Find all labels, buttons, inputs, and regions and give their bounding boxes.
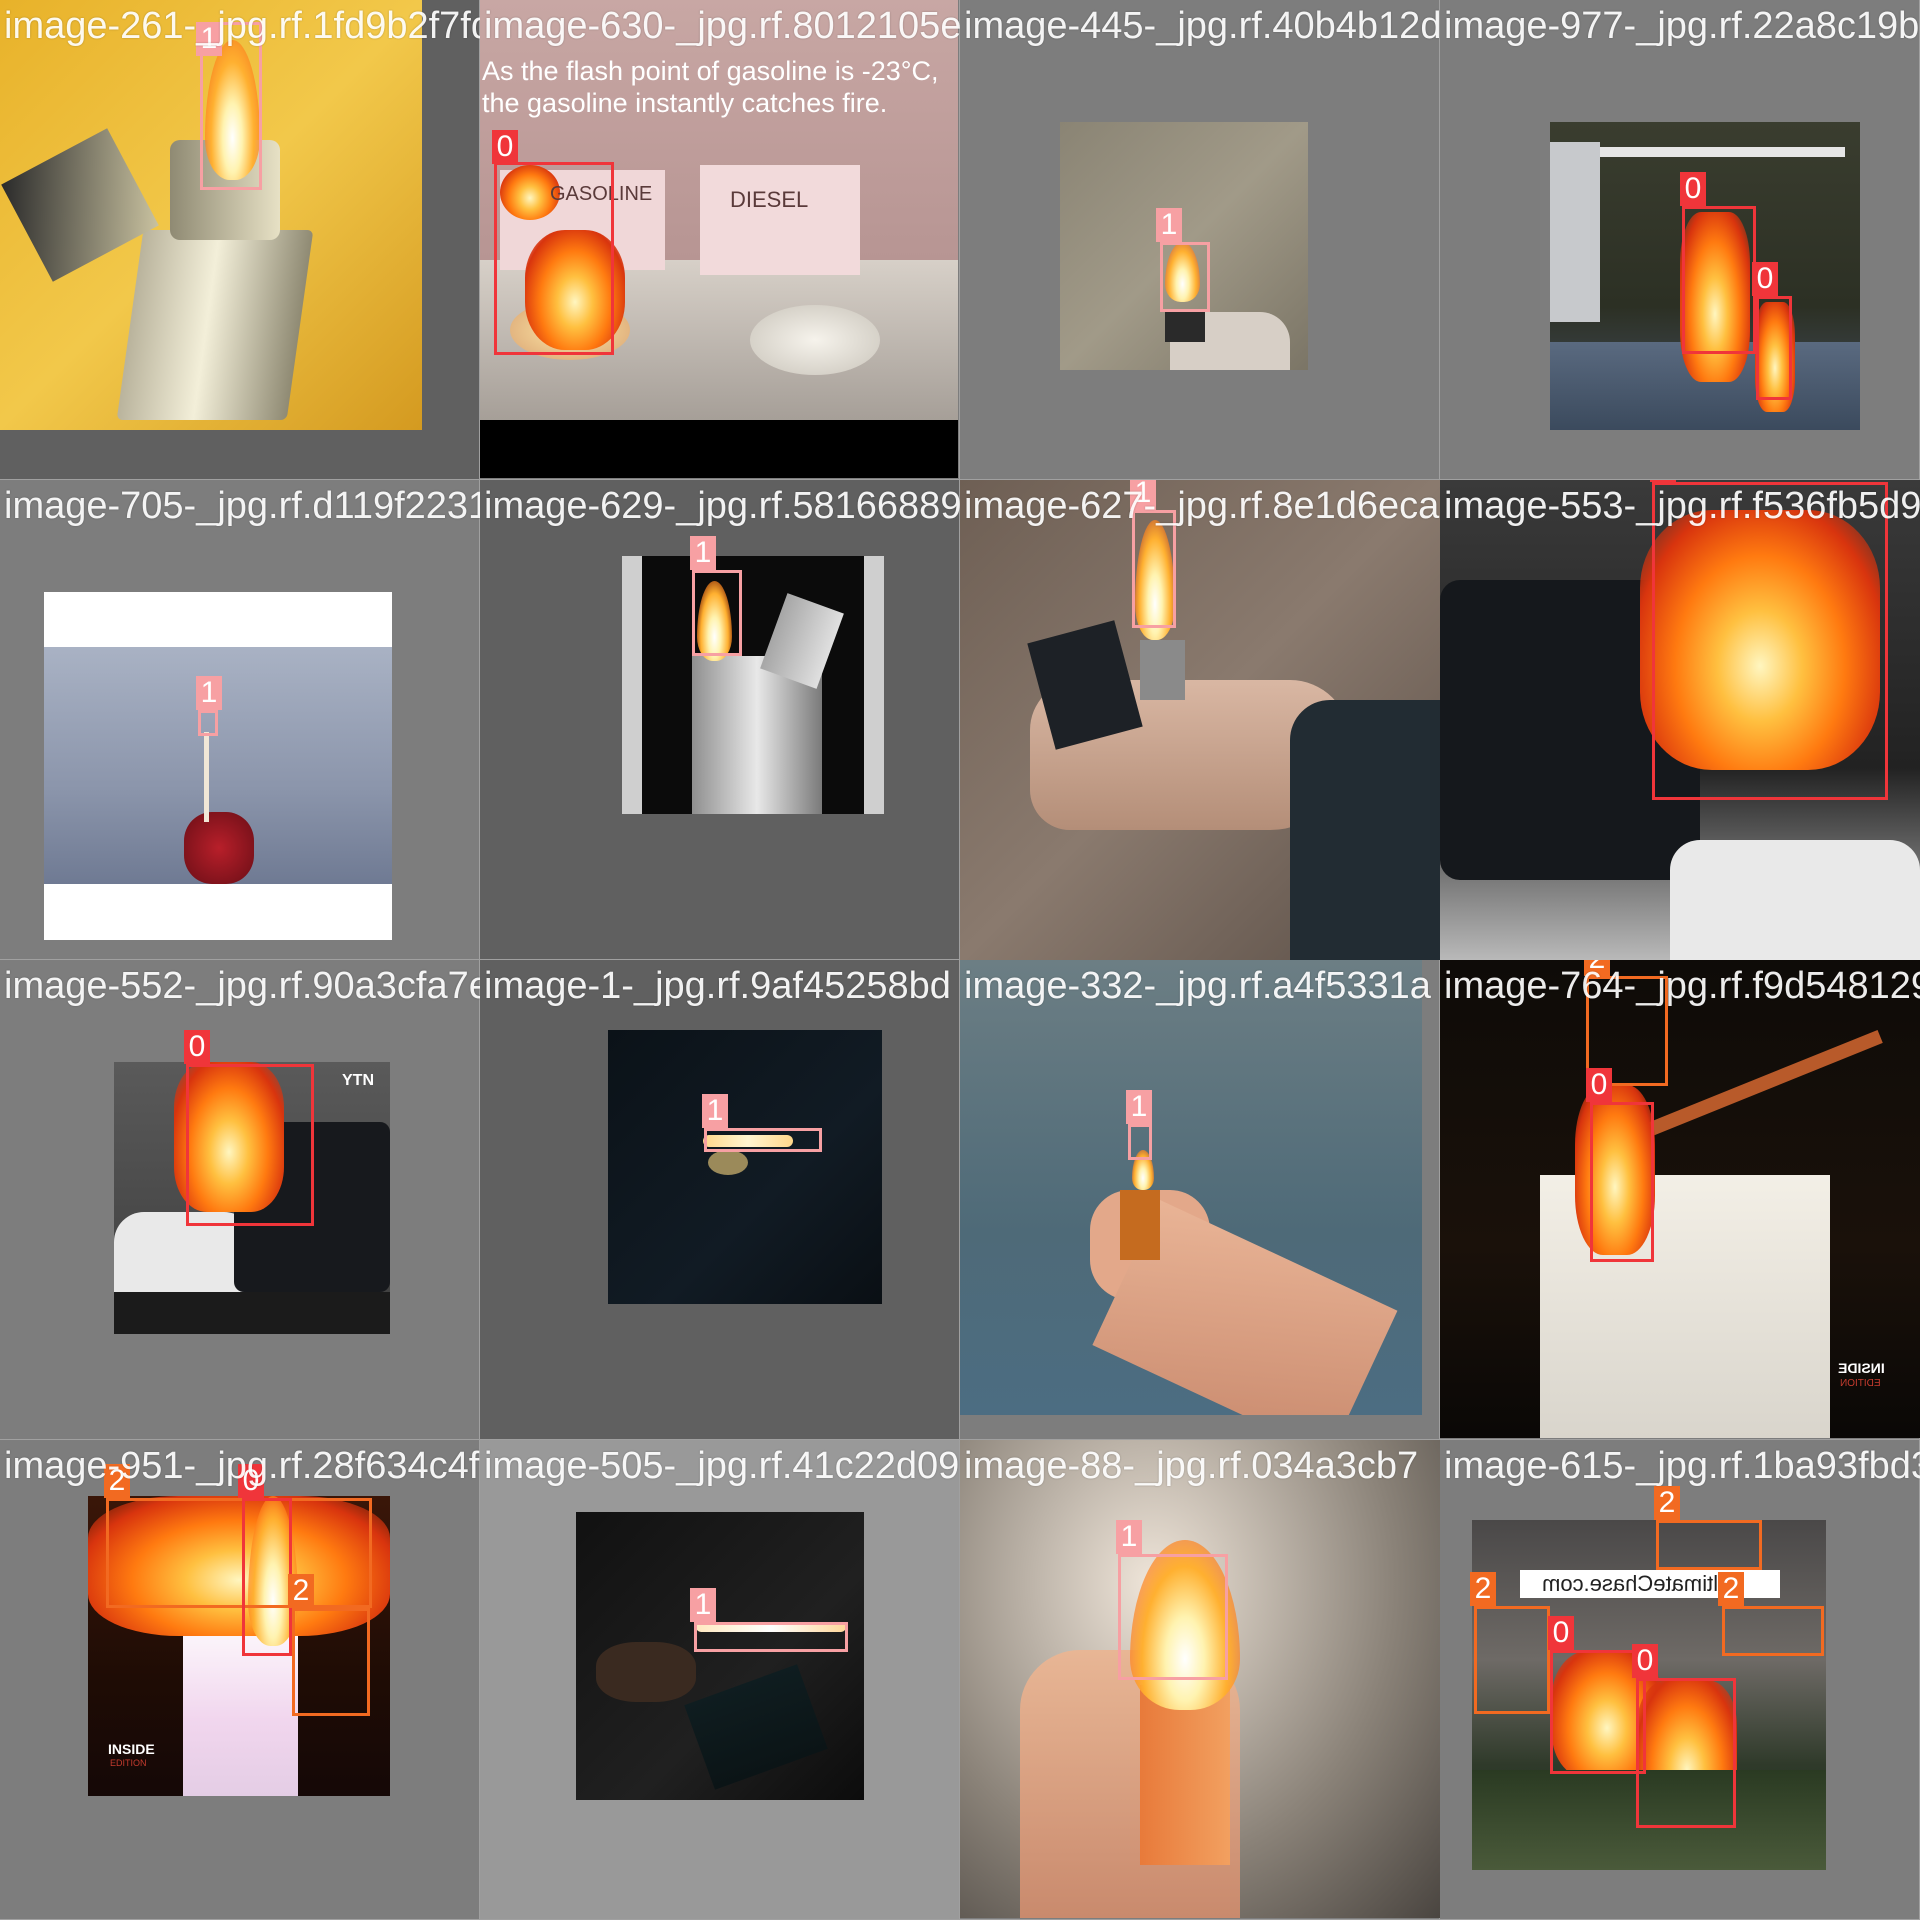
tile-filename: image-1-_jpg.rf.9af45258bd (484, 965, 951, 1007)
tile-9: 1 image-1-_jpg.rf.9af45258bd (480, 960, 960, 1440)
bbox-label: 0 (184, 1030, 210, 1064)
bbox-label: 2 (1654, 1486, 1680, 1520)
tile-11: INSIDE EDITION 2 0 image-764-_jpg.rf.f9d… (1440, 960, 1920, 1440)
tile-1: As the flash point of gasoline is -23°C,… (480, 0, 960, 480)
tile-filename: image-553-_jpg.rf.f536fb5d9 (1444, 485, 1920, 527)
stove-fire-photo: INSIDE EDITION (1440, 960, 1920, 1438)
tile-filename: image-445-_jpg.rf.40b4b12d68ace94750b10 (964, 5, 1440, 47)
tile-filename: image-764-_jpg.rf.f9d548129 (1444, 965, 1920, 1007)
bbox-match-flame (198, 710, 218, 736)
bbox-label: 1 (196, 676, 222, 710)
lighter-neon-photo (576, 1512, 864, 1800)
bbox-label: 1 (1126, 1090, 1152, 1124)
watermark-edition: EDITION (1840, 1378, 1881, 1389)
watermark-edition: EDITION (110, 1758, 147, 1768)
tile-7: 0 image-553-_jpg.rf.f536fb5d9 (1440, 480, 1920, 960)
bbox-smoke (1474, 1606, 1550, 1714)
tile-filename: image-88-_jpg.rf.034a3cb7 (964, 1445, 1419, 1487)
bbox-label: 0 (1650, 480, 1676, 482)
tile-filename: image-615-_jpg.rf.1ba93fbd3 (1444, 1445, 1920, 1487)
tile-12: INSIDE EDITION 2 0 2 image-951-_jpg.rf.2… (0, 1440, 480, 1920)
tile-filename: image-261-_jpg.rf.1fd9b2f7fd7ea17690055b… (4, 5, 480, 47)
bbox-fire (1756, 296, 1792, 400)
tile-3: 0 0 image-977-_jpg.rf.22a8c19b (1440, 0, 1920, 480)
bbox-fire (1652, 482, 1888, 800)
bbox-gasoline-fire (494, 162, 614, 355)
news-channel-logo: YTN (342, 1072, 374, 1089)
bbox-lighter-flame (704, 1128, 822, 1152)
tile-14: 1 image-88-_jpg.rf.034a3cb7 (960, 1440, 1440, 1920)
hand-lighter-photo (960, 480, 1440, 960)
tile-0: 1 image-261-_jpg.rf.1fd9b2f7fd7ea1769005… (0, 0, 480, 480)
bbox-lighter-flame (1160, 242, 1210, 312)
bbox-label: 1 (702, 1094, 728, 1128)
bbox-label: 0 (1680, 172, 1706, 206)
bbox-label: 2 (1470, 1572, 1496, 1606)
tile-filename: image-627-_jpg.rf.8e1d6eca (964, 485, 1440, 527)
bbox-lighter-flame (1128, 1124, 1152, 1160)
bbox-fire (1682, 206, 1756, 354)
bbox-label: 1 (1156, 208, 1182, 242)
bbox-lighter-flame (694, 1622, 848, 1652)
bbox-label: 0 (492, 130, 518, 164)
tile-filename: image-705-_jpg.rf.d119f2231 (4, 485, 480, 527)
bbox-lighter-flame (692, 570, 742, 656)
bbox-smoke (1722, 1606, 1824, 1656)
blue-tile-lighter-photo (960, 960, 1422, 1415)
match-photo (44, 592, 392, 940)
watermark-inside: INSIDE (1838, 1360, 1885, 1376)
bbox-lighter-flame (1118, 1554, 1228, 1680)
tile-13: 1 image-505-_jpg.rf.41c22d09 (480, 1440, 960, 1920)
tile-filename: image-977-_jpg.rf.22a8c19b (1444, 5, 1920, 47)
bbox-fire (1590, 1102, 1654, 1262)
bbox-label: 1 (690, 1588, 716, 1622)
bbox-label: 2 (1718, 1572, 1744, 1606)
tile-6: 1 image-627-_jpg.rf.8e1d6eca (960, 480, 1440, 960)
tile-5: 1 image-629-_jpg.rf.581668897af2e22827 (480, 480, 960, 960)
detection-mosaic: 1 image-261-_jpg.rf.1fd9b2f7fd7ea1769005… (0, 0, 1920, 1920)
tile-10: 1 image-332-_jpg.rf.a4f5331a (960, 960, 1440, 1440)
sign-diesel: DIESEL (730, 187, 809, 212)
website-watermark: UltimateChase.com (1542, 1571, 1734, 1596)
tile-15: UltimateChase.com 2 2 2 0 0 image-615-_j… (1440, 1440, 1920, 1920)
tile-4: 1 image-705-_jpg.rf.d119f2231 (0, 480, 480, 960)
tile-filename: image-951-_jpg.rf.28f634c4f (4, 1445, 480, 1487)
bbox-smoke (292, 1608, 370, 1716)
tile-2: 1 image-445-_jpg.rf.40b4b12d68ace94750b1… (960, 0, 1440, 480)
tile-filename: image-332-_jpg.rf.a4f5331a (964, 965, 1431, 1007)
glitter-lighter-photo (622, 556, 884, 814)
bbox-smoke (1656, 1520, 1762, 1570)
tile-8: YTN 0 image-552-_jpg.rf.90a3cfa7e (0, 960, 480, 1440)
overlay-caption-line-1: As the flash point of gasoline is -23°C, (482, 56, 939, 86)
bbox-smoke (106, 1498, 372, 1608)
tile-filename: image-629-_jpg.rf.581668897af2e22827 (484, 485, 960, 527)
bbox-label: 0 (1548, 1616, 1574, 1650)
bbox-fire (1636, 1678, 1736, 1828)
tile-filename: image-630-_jpg.rf.8012105e56b37e7157fa5e… (484, 5, 960, 47)
bbox-fire (186, 1064, 314, 1226)
bbox-label: 0 (1752, 262, 1778, 296)
overlay-caption-line-2: the gasoline instantly catches fire. (482, 88, 888, 118)
bbox-label: 1 (690, 536, 716, 570)
watermark-inside: INSIDE (108, 1741, 155, 1757)
tile-filename: image-552-_jpg.rf.90a3cfa7e (4, 965, 480, 1007)
bbox-label: 1 (1116, 1520, 1142, 1554)
bbox-label: 0 (1632, 1644, 1658, 1678)
bbox-label: 2 (288, 1574, 314, 1608)
bbox-label: 0 (1586, 1068, 1612, 1102)
dark-lighter-photo (608, 1030, 882, 1304)
bbox-fire (242, 1498, 292, 1656)
tile-filename: image-505-_jpg.rf.41c22d09 (484, 1445, 960, 1487)
